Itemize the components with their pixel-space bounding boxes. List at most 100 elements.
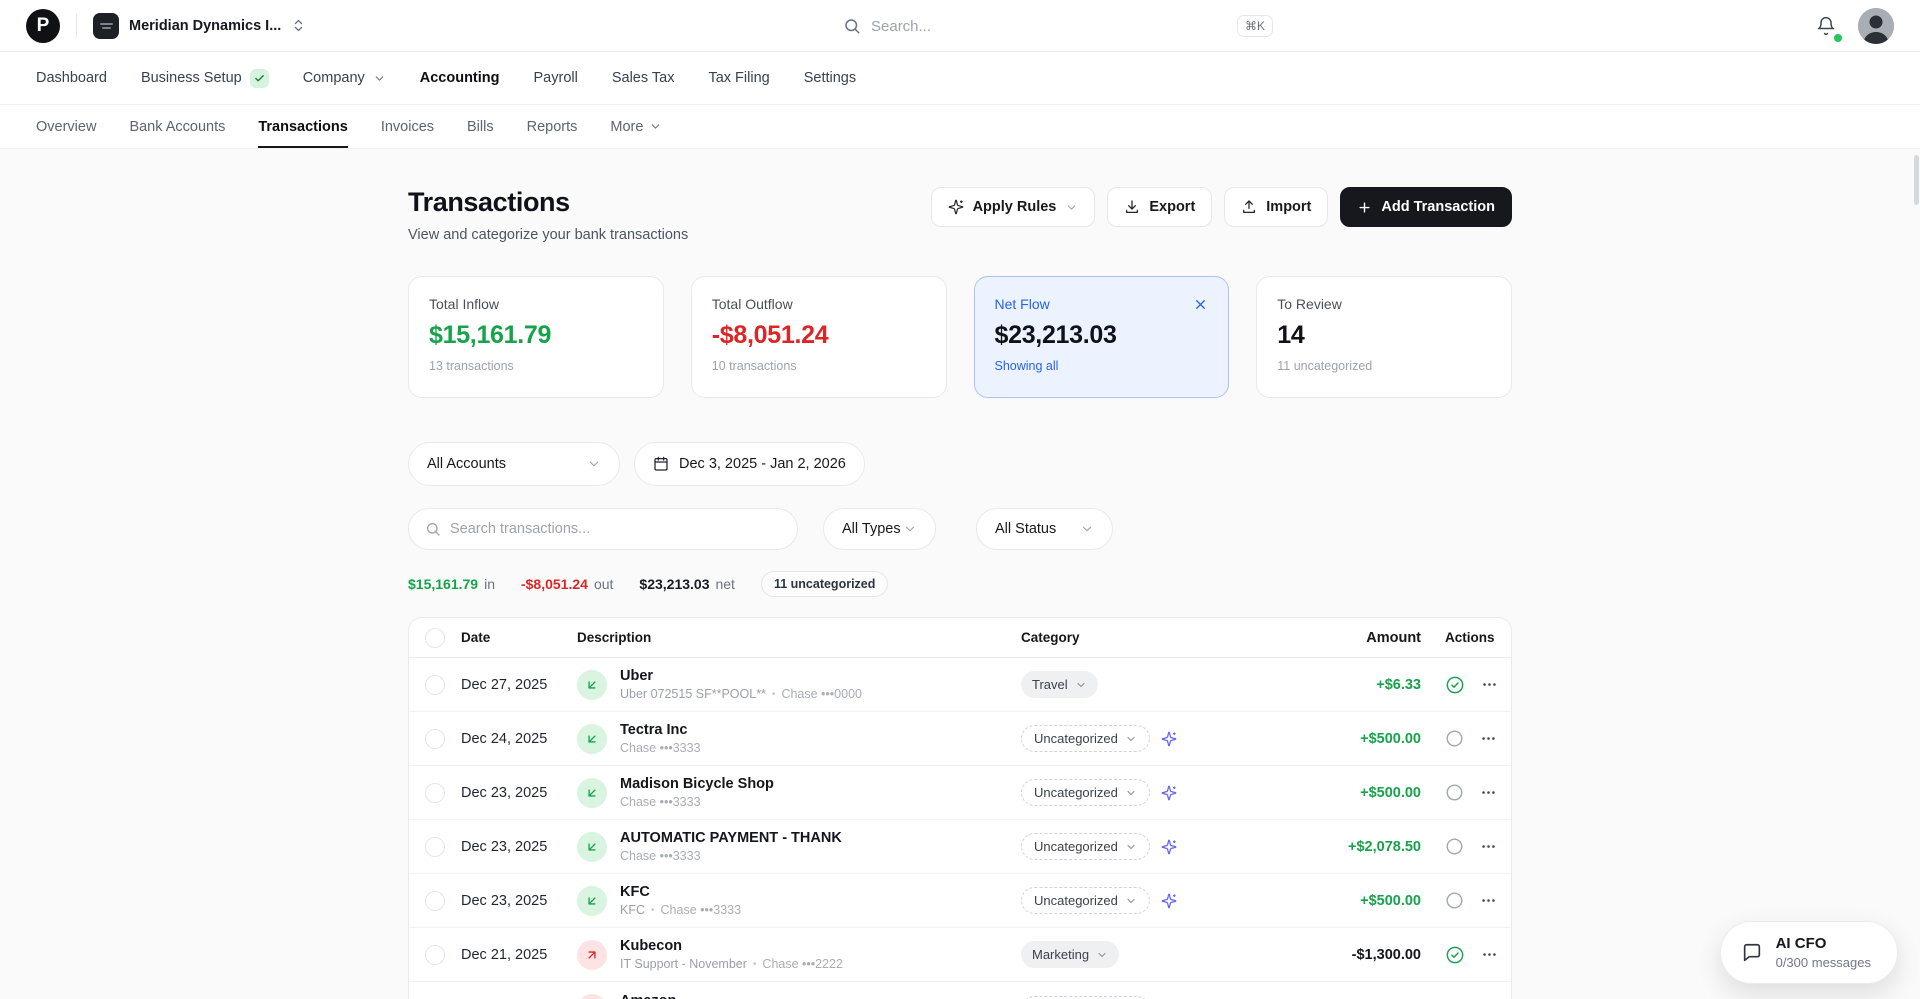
review-status-icon[interactable] — [1445, 837, 1464, 856]
more-actions-button[interactable] — [1481, 946, 1498, 963]
ai-suggest-icon[interactable] — [1161, 785, 1177, 801]
nav-dashboard[interactable]: Dashboard — [36, 70, 107, 86]
chevron-down-icon — [1125, 733, 1137, 745]
tab-bills[interactable]: Bills — [467, 105, 494, 148]
row-checkbox[interactable] — [425, 891, 445, 911]
tab-more[interactable]: More — [610, 105, 662, 148]
transaction-subtitle: Chase •••3333 — [620, 795, 774, 809]
scrollbar-thumb[interactable] — [1914, 155, 1919, 205]
ai-suggest-icon[interactable] — [1161, 731, 1177, 747]
global-search-input[interactable] — [871, 18, 1237, 35]
header-actions: Apply Rules Export Import Add Transactio… — [931, 187, 1512, 227]
page-title: Transactions — [408, 187, 688, 218]
card-total-outflow[interactable]: Total Outflow -$8,051.24 10 transactions — [691, 276, 947, 398]
types-dropdown[interactable]: All Types — [823, 508, 936, 550]
app-logo[interactable]: P — [26, 9, 60, 43]
review-status-icon[interactable] — [1445, 783, 1464, 802]
nav-payroll[interactable]: Payroll — [534, 70, 578, 86]
search-icon — [843, 17, 861, 35]
nav-company[interactable]: Company — [303, 70, 386, 86]
more-actions-button[interactable] — [1480, 892, 1497, 909]
nav-sales-tax[interactable]: Sales Tax — [612, 70, 675, 86]
card-label: Net Flow — [995, 296, 1050, 312]
ai-cfo-widget[interactable]: AI CFO 0/300 messages — [1720, 921, 1898, 984]
category-pill[interactable]: Travel — [1021, 671, 1098, 698]
select-all-checkbox[interactable] — [425, 628, 445, 648]
card-sub: 13 transactions — [429, 359, 643, 373]
table-row[interactable]: Dec 24, 2025 Tectra Inc Chase •••3333 Un… — [409, 712, 1511, 766]
transactions-search[interactable] — [408, 508, 798, 550]
category-pill[interactable]: Uncategorized — [1021, 779, 1150, 806]
review-status-icon[interactable] — [1445, 945, 1465, 965]
row-checkbox[interactable] — [425, 729, 445, 749]
row-checkbox[interactable] — [425, 945, 445, 965]
row-checkbox[interactable] — [425, 837, 445, 857]
nav-accounting[interactable]: Accounting — [420, 70, 500, 86]
card-sub: Showing all — [995, 359, 1209, 373]
secondary-nav: Overview Bank Accounts Transactions Invo… — [0, 105, 1920, 149]
card-label: Total Outflow — [712, 296, 793, 312]
tab-transactions[interactable]: Transactions — [258, 105, 347, 148]
chevron-down-icon — [903, 522, 917, 536]
nav-business-setup[interactable]: Business Setup — [141, 69, 269, 88]
avatar[interactable] — [1858, 8, 1894, 44]
status-dropdown[interactable]: All Status — [976, 508, 1113, 550]
transaction-name: Uber — [620, 668, 862, 684]
review-status-icon[interactable] — [1445, 729, 1464, 748]
notifications-button[interactable] — [1816, 16, 1836, 36]
tab-reports[interactable]: Reports — [527, 105, 578, 148]
tab-bank-accounts[interactable]: Bank Accounts — [129, 105, 225, 148]
transaction-account: Chase •••0000 — [781, 687, 862, 701]
card-value: $15,161.79 — [429, 321, 643, 350]
plus-icon — [1357, 200, 1372, 215]
ai-suggest-icon[interactable] — [1161, 839, 1177, 855]
topbar: P Meridian Dynamics I... ⌘K — [0, 0, 1920, 52]
ai-suggest-icon[interactable] — [1161, 893, 1177, 909]
table-row[interactable]: Dec 20, 2025 Amazon bought a new chase a… — [409, 982, 1511, 999]
review-status-icon[interactable] — [1445, 675, 1465, 695]
review-status-icon[interactable] — [1445, 891, 1464, 910]
close-icon[interactable] — [1193, 297, 1208, 312]
table-row[interactable]: Dec 23, 2025 AUTOMATIC PAYMENT - THANK C… — [409, 820, 1511, 874]
more-actions-button[interactable] — [1481, 676, 1498, 693]
separator-dot: • — [651, 905, 655, 916]
upload-icon — [1241, 199, 1257, 215]
ellipsis-icon — [1480, 838, 1497, 855]
category-pill[interactable]: Uncategorized — [1021, 996, 1150, 999]
accounts-dropdown[interactable]: All Accounts — [408, 442, 620, 486]
category-pill[interactable]: Uncategorized — [1021, 725, 1150, 752]
date-range-picker[interactable]: Dec 3, 2025 - Jan 2, 2026 — [634, 442, 865, 486]
transaction-amount: +$6.33 — [1311, 677, 1431, 693]
tab-invoices[interactable]: Invoices — [381, 105, 434, 148]
more-actions-button[interactable] — [1480, 838, 1497, 855]
more-actions-button[interactable] — [1480, 784, 1497, 801]
table-row[interactable]: Dec 27, 2025 Uber Uber 072515 SF**POOL**… — [409, 658, 1511, 712]
uncategorized-badge[interactable]: 11 uncategorized — [761, 571, 888, 597]
card-net-flow[interactable]: Net Flow $23,213.03 Showing all — [974, 276, 1230, 398]
add-transaction-button[interactable]: Add Transaction — [1340, 187, 1512, 227]
company-selector[interactable]: Meridian Dynamics I... — [93, 13, 306, 39]
table-row[interactable]: Dec 23, 2025 Madison Bicycle Shop Chase … — [409, 766, 1511, 820]
card-to-review[interactable]: To Review 14 11 uncategorized — [1256, 276, 1512, 398]
ellipsis-icon — [1480, 784, 1497, 801]
row-checkbox[interactable] — [425, 783, 445, 803]
card-label: To Review — [1277, 296, 1342, 312]
card-total-inflow[interactable]: Total Inflow $15,161.79 13 transactions — [408, 276, 664, 398]
transactions-search-input[interactable] — [450, 521, 781, 537]
ellipsis-icon — [1480, 892, 1497, 909]
category-pill[interactable]: Uncategorized — [1021, 887, 1150, 914]
category-pill[interactable]: Uncategorized — [1021, 833, 1150, 860]
global-search[interactable]: ⌘K — [843, 0, 1273, 52]
row-checkbox[interactable] — [425, 675, 445, 695]
table-row[interactable]: Dec 23, 2025 KFC KFC • Chase •••3333 Unc… — [409, 874, 1511, 928]
tab-overview[interactable]: Overview — [36, 105, 96, 148]
export-button[interactable]: Export — [1107, 187, 1212, 227]
nav-tax-filing[interactable]: Tax Filing — [708, 70, 769, 86]
more-actions-button[interactable] — [1480, 730, 1497, 747]
shortcut-badge: ⌘K — [1237, 15, 1273, 37]
table-row[interactable]: Dec 21, 2025 Kubecon IT Support - Novemb… — [409, 928, 1511, 982]
apply-rules-button[interactable]: Apply Rules — [931, 187, 1096, 227]
import-button[interactable]: Import — [1224, 187, 1328, 227]
category-pill[interactable]: Marketing — [1021, 941, 1119, 968]
nav-settings[interactable]: Settings — [804, 70, 856, 86]
